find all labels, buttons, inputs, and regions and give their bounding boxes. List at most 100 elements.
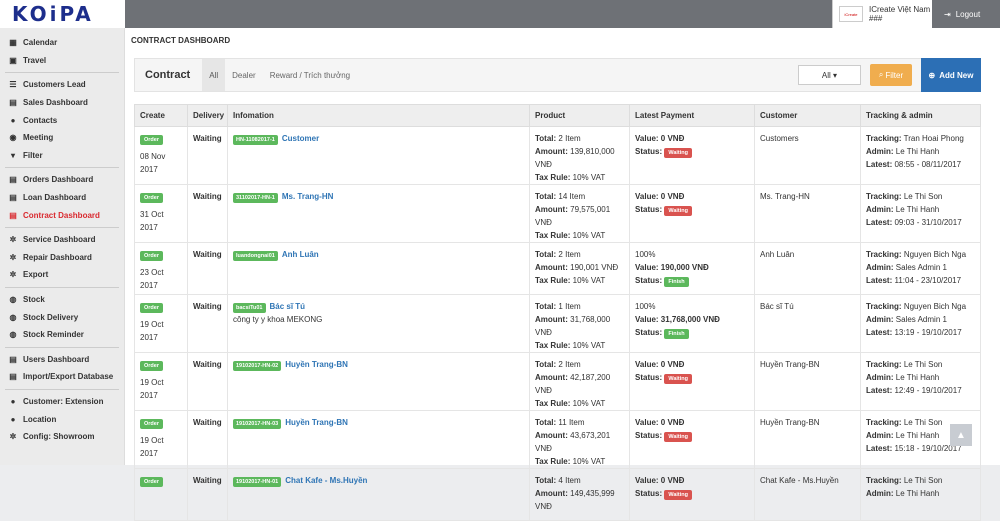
tracking-admin-label: Admin:: [866, 373, 894, 382]
sidebar-item-stock-reminder[interactable]: ◍ Stock Reminder: [0, 326, 124, 344]
scroll-top-button[interactable]: ▲: [950, 424, 972, 446]
contract-code[interactable]: 19102017-HN-03: [233, 419, 282, 429]
payment-value: Value: 0 VNĐ: [635, 476, 685, 485]
tab-reward[interactable]: Reward / Trích thưởng: [263, 59, 357, 91]
toolbar: Contract All Dealer Reward / Trích thưởn…: [134, 58, 981, 92]
create-cell: Order 31 Oct 2017: [134, 184, 188, 243]
filter-select[interactable]: All ▾: [798, 65, 861, 85]
info-cell: 19102017-HN-03 Huyền Trang-BN: [227, 410, 530, 469]
sidebar-item-label: Loan Dashboard: [23, 193, 87, 203]
table-icon: ▤: [9, 193, 17, 203]
contract-code[interactable]: luandongnai01: [233, 251, 278, 261]
tracking-tracking-label: Tracking:: [866, 192, 902, 201]
tracking-latest-value: 11:04 - 23/10/2017: [894, 276, 962, 285]
create-cell: Order 19 Oct 2017: [134, 410, 188, 469]
order-badge: Order: [140, 477, 163, 487]
add-new-button[interactable]: ⊕ Add New: [921, 58, 981, 92]
sidebar-item-repair-dashboard[interactable]: ✲ Repair Dashboard: [0, 249, 124, 267]
product-cell: Total: 4 Item Amount: 149,435,999 VNĐ: [529, 468, 630, 521]
sidebar-item-sales-dashboard[interactable]: ▤ Sales Dashboard: [0, 94, 124, 112]
sidebar-item-filter[interactable]: ▾ Filter: [0, 147, 124, 165]
logout-button[interactable]: ⇥ Logout: [932, 0, 1000, 28]
database-icon: ◍: [9, 295, 17, 305]
sidebar-item-label: Stock: [23, 295, 45, 305]
sidebar-item-customers-lead[interactable]: ☰ Customers Lead: [0, 76, 124, 94]
sidebar-item-calendar[interactable]: ▦ Calendar: [0, 34, 124, 52]
product-cell: Total: 11 Item Amount: 43,673,201 VNĐ Tax …: [529, 410, 630, 469]
create-date: 19 Oct 2017: [140, 320, 164, 342]
customer-cell: Ms. Trang-HN: [754, 184, 861, 243]
order-badge: Order: [140, 361, 163, 371]
create-date: 23 Oct 2017: [140, 268, 164, 290]
sidebar-item-config-showroom[interactable]: ✲ Config: Showroom: [0, 428, 124, 446]
sidebar-item-meeting[interactable]: ◉ Meeting: [0, 129, 124, 147]
user-name: ICreate Việt Nam: [869, 5, 931, 14]
delivery-status: Waiting: [193, 192, 222, 201]
table-row: Order 19 Oct 2017 Waiting bacsiTu01 Bác sĩ T…: [134, 294, 981, 353]
sidebar-item-export[interactable]: ✲ Export: [0, 266, 124, 284]
sidebar-item-stock-delivery[interactable]: ◍ Stock Delivery: [0, 308, 124, 326]
delivery-status: Waiting: [193, 418, 222, 427]
tab-all[interactable]: All: [202, 59, 226, 91]
delivery-status: Waiting: [193, 134, 222, 143]
create-cell: Order: [134, 468, 188, 521]
table-header: Create Delivery Infomation Product Latest Pa…: [134, 104, 981, 127]
customer-link[interactable]: Bác sĩ Tú: [270, 302, 306, 311]
sidebar-item-travel[interactable]: ▣ Travel: [0, 52, 124, 70]
contract-code[interactable]: HN-11082017-1: [233, 135, 278, 145]
gears-icon: ✲: [9, 252, 17, 262]
customer-link[interactable]: Anh Luân: [282, 250, 319, 259]
column-header-product: Product: [529, 104, 630, 127]
info-cell: 31102017-HN-1 Ms. Trang-HN: [227, 184, 530, 243]
product-total-value: 2 Item: [558, 134, 581, 143]
payment-cell: Value: 0 VNĐ Status: Waiting: [629, 184, 755, 243]
sidebar-item-orders-dashboard[interactable]: ▤ Orders Dashboard: [0, 171, 124, 189]
sidebar-item-stock[interactable]: ◍ Stock: [0, 291, 124, 309]
customer-link[interactable]: Huyền Trang-BN: [285, 418, 348, 427]
create-cell: Order 08 Nov 2017: [134, 126, 188, 185]
table-body: Order 08 Nov 2017 Waiting HN-11082017-1 Cust…: [134, 126, 981, 521]
sidebar-item-users-dashboard[interactable]: ▤ Users Dashboard: [0, 351, 124, 369]
contract-code[interactable]: 19102017-HN-01: [233, 477, 282, 487]
logo[interactable]: KOiPA: [0, 0, 125, 28]
customer-link[interactable]: Huyền Trang-BN: [285, 360, 348, 369]
tracking-tracking-value: Le Thi Son: [903, 418, 943, 427]
contract-code[interactable]: bacsiTu01: [233, 303, 266, 313]
sidebar-item-contacts[interactable]: ● Contacts: [0, 111, 124, 129]
sidebar-item-loan-dashboard[interactable]: ▤ Loan Dashboard: [0, 189, 124, 207]
contract-code[interactable]: 19102017-HN-02: [233, 361, 282, 371]
column-header-latest-payment: Latest Payment: [629, 104, 755, 127]
gear-icon: ✲: [9, 432, 17, 442]
product-tax-label: Tax Rule:: [535, 399, 571, 408]
product-amount-label: Amount:: [535, 205, 568, 214]
sidebar-item-location[interactable]: ● Location: [0, 410, 124, 428]
customer-link[interactable]: Ms. Trang-HN: [282, 192, 334, 201]
sidebar-divider: [5, 388, 119, 390]
table-row: Order 08 Nov 2017 Waiting HN-11082017-1 Cust…: [134, 126, 981, 185]
tracking-latest-label: Latest:: [866, 276, 893, 285]
filter-button[interactable]: ⌕ Filter: [870, 64, 912, 86]
sidebar-item-import-export-database[interactable]: ▤ Import/Export Database: [0, 368, 124, 386]
tracking-latest-label: Latest:: [866, 218, 893, 227]
user-menu[interactable]: iCreate ICreate Việt Nam ###: [832, 0, 932, 28]
create-cell: Order 19 Oct 2017: [134, 352, 188, 411]
customer-link[interactable]: Chat Kafe - Ms.Huyền: [285, 476, 367, 485]
product-tax-value: 10% VAT: [572, 173, 606, 182]
customer-name: Customers: [760, 134, 799, 143]
sidebar-item-contract-dashboard[interactable]: ▤ Contract Dashboard: [0, 206, 124, 224]
customer-name: Huyền Trang-BN: [760, 360, 820, 369]
sidebar-item-customer-extension[interactable]: ● Customer: Extension: [0, 393, 124, 411]
sidebar-item-service-dashboard[interactable]: ✲ Service Dashboard: [0, 231, 124, 249]
contract-code[interactable]: 31102017-HN-1: [233, 193, 278, 203]
create-cell: Order 23 Oct 2017: [134, 242, 188, 295]
tracking-admin-value: Le Thi Hanh: [895, 373, 940, 382]
tracking-latest-label: Latest:: [866, 386, 893, 395]
tracking-admin-value: Le Thi Hanh: [895, 489, 940, 498]
customer-link[interactable]: Customer: [282, 134, 319, 143]
column-header-customer: Customer: [754, 104, 861, 127]
sidebar-item-label: Stock Delivery: [23, 312, 79, 322]
table-icon: ▤: [9, 175, 17, 185]
tab-dealer[interactable]: Dealer: [225, 59, 263, 91]
status-label: Status:: [635, 489, 663, 498]
tracking-latest-label: Latest:: [866, 328, 893, 337]
